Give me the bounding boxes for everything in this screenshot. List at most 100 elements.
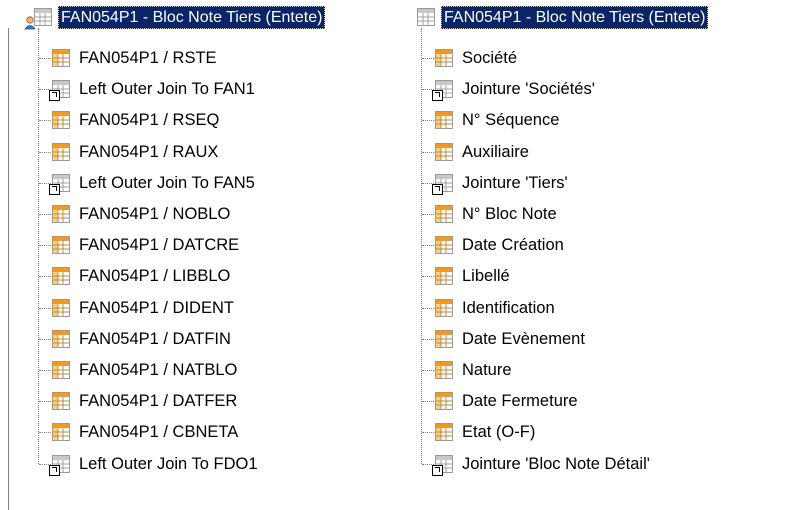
tree-item-label: N° Séquence xyxy=(462,111,560,130)
root-table-icon xyxy=(417,8,435,26)
root-table-icon xyxy=(24,8,52,30)
tree-item[interactable]: FAN054P1 / NATBLO xyxy=(52,354,240,386)
tree-item-label: Left Outer Join To FAN1 xyxy=(79,80,255,99)
orange-table-icon xyxy=(435,49,453,67)
tree-item[interactable]: Identification xyxy=(435,292,558,324)
tree-item[interactable]: FAN054P1 / CBNETA xyxy=(52,416,241,448)
orange-table-icon xyxy=(52,111,70,130)
tree-item-label: Date Fermeture xyxy=(462,392,578,411)
orange-table-icon xyxy=(435,298,453,317)
tree-item-label: FAN054P1 / DATFER xyxy=(79,392,238,411)
tree-item[interactable]: FAN054P1 / RSEQ xyxy=(52,104,222,136)
tree-item-label: FAN054P1 / DIDENT xyxy=(79,298,234,317)
tree-item[interactable]: Auxiliaire xyxy=(435,136,532,168)
tree-item[interactable]: Etat (O-F) xyxy=(435,416,538,448)
root-label: FAN054P1 - Bloc Note Tiers (Entete) xyxy=(441,5,709,29)
tree-item[interactable]: Date Fermeture xyxy=(435,385,581,417)
orange-table-icon xyxy=(52,392,70,411)
shortcut-arrow-icon xyxy=(49,464,60,476)
tree-item-label: FAN054P1 / DATCRE xyxy=(79,236,240,255)
tree-item-label: Jointure 'Bloc Note Détail' xyxy=(462,454,650,473)
orange-table-icon xyxy=(435,329,453,348)
root-label: FAN054P1 - Bloc Note Tiers (Entete) xyxy=(58,5,326,29)
orange-table-icon xyxy=(52,142,70,161)
orange-table-icon xyxy=(52,298,70,317)
tree-branch-line xyxy=(422,338,434,340)
tree-branch-line xyxy=(422,432,434,434)
tree-item-label: Date Création xyxy=(462,236,564,255)
tree-branch-line xyxy=(39,151,51,153)
tree-item[interactable]: Left Outer Join To FAN1 xyxy=(49,73,258,105)
tree-item-label: Left Outer Join To FDO1 xyxy=(79,454,258,473)
tree-branch-line xyxy=(39,370,51,371)
tree-item-label: Nature xyxy=(462,361,512,379)
tree-item[interactable]: FAN054P1 / DIDENT xyxy=(52,292,237,324)
tree-item[interactable]: Date Création xyxy=(435,229,567,261)
tree-branch-line xyxy=(422,58,434,59)
orange-table-icon xyxy=(435,267,453,286)
tree-branch-line xyxy=(39,276,51,278)
shortcut-arrow-icon xyxy=(49,90,60,102)
tree-branch-line xyxy=(422,214,434,215)
tree-item[interactable]: N° Bloc Note xyxy=(435,198,560,230)
tree-item-label: Société xyxy=(462,49,518,67)
tree-item[interactable]: Left Outer Join To FAN5 xyxy=(49,167,258,199)
tree-root-node[interactable]: FAN054P1 - Bloc Note Tiers (Entete) xyxy=(417,1,709,33)
tree-branch-line xyxy=(422,276,434,278)
tree-item[interactable]: Société xyxy=(435,42,520,74)
orange-table-icon xyxy=(435,205,453,223)
join-link-icon xyxy=(432,454,453,476)
tree-item[interactable]: Jointure 'Sociétés' xyxy=(432,73,598,105)
join-link-icon xyxy=(432,173,453,195)
tree-item[interactable]: Jointure 'Tiers' xyxy=(432,167,571,199)
orange-table-icon xyxy=(52,423,70,442)
orange-table-icon xyxy=(435,392,453,411)
shortcut-arrow-icon xyxy=(432,183,443,195)
tree-item-label: FAN054P1 / DATFIN xyxy=(79,329,231,348)
orange-table-icon xyxy=(52,329,70,348)
tree-branch-line xyxy=(422,151,434,153)
tree-item[interactable]: FAN054P1 / DATFIN xyxy=(52,323,234,355)
tree-item-label: FAN054P1 / RSTE xyxy=(79,49,217,67)
right-tree-view[interactable]: FAN054P1 - Bloc Note Tiers (Entete) Socié… xyxy=(411,0,804,510)
tree-item[interactable]: Jointure 'Bloc Note Détail' xyxy=(432,448,653,480)
tree-item[interactable]: Nature xyxy=(435,354,515,386)
tree-item-label: FAN054P1 / NOBLO xyxy=(79,205,231,223)
tree-branch-line xyxy=(422,245,434,247)
tree-item[interactable]: Date Evènement xyxy=(435,323,588,355)
tree-branch-line xyxy=(39,432,51,434)
tree-item[interactable]: FAN054P1 / DATCRE xyxy=(52,229,242,261)
orange-table-icon xyxy=(435,236,453,255)
orange-table-icon xyxy=(52,205,70,223)
tree-item-label: FAN054P1 / LIBBLO xyxy=(79,267,231,286)
tree-branch-line xyxy=(422,120,434,122)
tree-branch-line xyxy=(39,58,51,59)
tree-item[interactable]: FAN054P1 / DATFER xyxy=(52,385,240,417)
tree-branch-line xyxy=(422,370,434,371)
orange-table-icon xyxy=(52,361,70,379)
tree-item[interactable]: Left Outer Join To FDO1 xyxy=(49,448,261,480)
tree-item[interactable]: FAN054P1 / RSTE xyxy=(52,42,220,74)
tree-branch-line xyxy=(422,307,434,309)
tree-item-label: N° Bloc Note xyxy=(462,205,557,223)
join-link-icon xyxy=(49,80,70,102)
tree-item[interactable]: FAN054P1 / RAUX xyxy=(52,136,221,168)
tree-item[interactable]: FAN054P1 / LIBBLO xyxy=(52,260,233,292)
tree-item-label: FAN054P1 / RAUX xyxy=(79,142,219,161)
tree-item-label: Identification xyxy=(462,298,555,317)
orange-table-icon xyxy=(435,142,453,161)
tree-branch-line xyxy=(422,401,434,403)
tree-branch-line xyxy=(39,401,51,403)
tree-item-label: FAN054P1 / RSEQ xyxy=(79,111,220,130)
tree-item[interactable]: Libellé xyxy=(435,260,513,292)
tree-branch-line xyxy=(39,307,51,309)
left-tree-view[interactable]: FAN054P1 - Bloc Note Tiers (Entete) FAN05… xyxy=(0,0,404,510)
join-link-icon xyxy=(432,80,453,102)
tree-item[interactable]: FAN054P1 / NOBLO xyxy=(52,198,233,230)
orange-table-icon xyxy=(52,236,70,255)
tree-item[interactable]: N° Séquence xyxy=(435,104,562,136)
tree-root-node[interactable]: FAN054P1 - Bloc Note Tiers (Entete) xyxy=(24,1,326,33)
orange-table-icon xyxy=(52,49,70,67)
tree-item-label: FAN054P1 / NATBLO xyxy=(79,361,238,379)
tree-item-label: Date Evènement xyxy=(462,329,585,348)
